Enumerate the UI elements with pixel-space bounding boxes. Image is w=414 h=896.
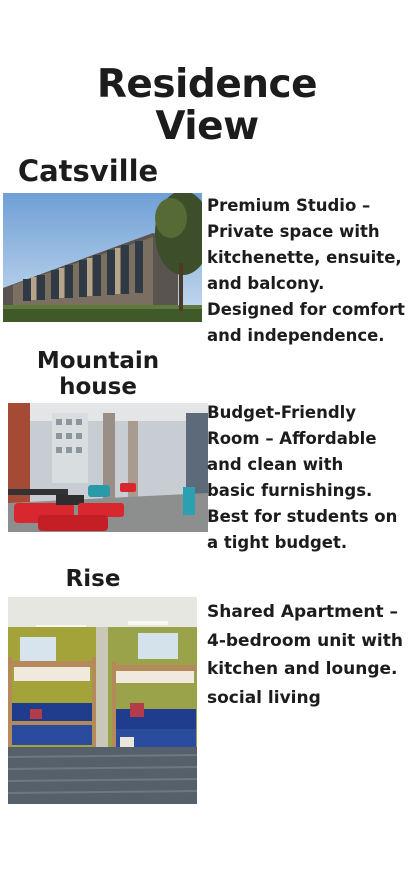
description-line: and clean with — [207, 455, 344, 474]
page-title: Residence View — [0, 64, 414, 148]
residence-name-catsville: Catsville — [17, 154, 159, 188]
description-line: Private space with — [207, 222, 380, 241]
residence-name-line-1: Mountain — [36, 348, 160, 374]
description-line: kitchenette, ensuite, — [207, 248, 402, 267]
description-line: Designed for comfort — [207, 300, 405, 319]
residence-photo-mountain-house[interactable] — [8, 403, 208, 532]
residence-name-rise: Rise — [65, 566, 121, 592]
description-line: and balcony. — [207, 274, 325, 293]
description-line: a tight budget. — [207, 533, 348, 552]
residence-description-rise: Shared Apartment – 4-bedroom unit with k… — [207, 598, 414, 712]
description-line: 4-bedroom unit with — [207, 630, 403, 651]
description-line: kitchen and lounge. — [207, 659, 398, 679]
description-line: Best for students on — [207, 507, 398, 526]
residence-description-catsville: Premium Studio – Private space with kitc… — [207, 193, 414, 349]
residence-description-mountain-house: Budget-Friendly Room – Affordable and cl… — [207, 400, 414, 556]
description-line: Room – Affordable — [207, 429, 377, 448]
description-line: and independence. — [207, 326, 385, 345]
page-title-line-1: Residence — [96, 62, 318, 107]
description-line: Budget-Friendly — [207, 403, 357, 422]
page-title-line-2: View — [155, 104, 259, 149]
residence-name-mountain-house: Mountain house — [20, 348, 176, 400]
residence-photo-catsville[interactable] — [3, 193, 202, 322]
residence-photo-rise[interactable] — [8, 597, 197, 804]
description-line: Premium Studio – — [207, 196, 371, 215]
residence-name-line-2: house — [59, 374, 137, 400]
description-line: Shared Apartment – — [207, 602, 399, 622]
description-line: basic furnishings. — [207, 481, 373, 500]
description-line: social living — [207, 687, 321, 708]
